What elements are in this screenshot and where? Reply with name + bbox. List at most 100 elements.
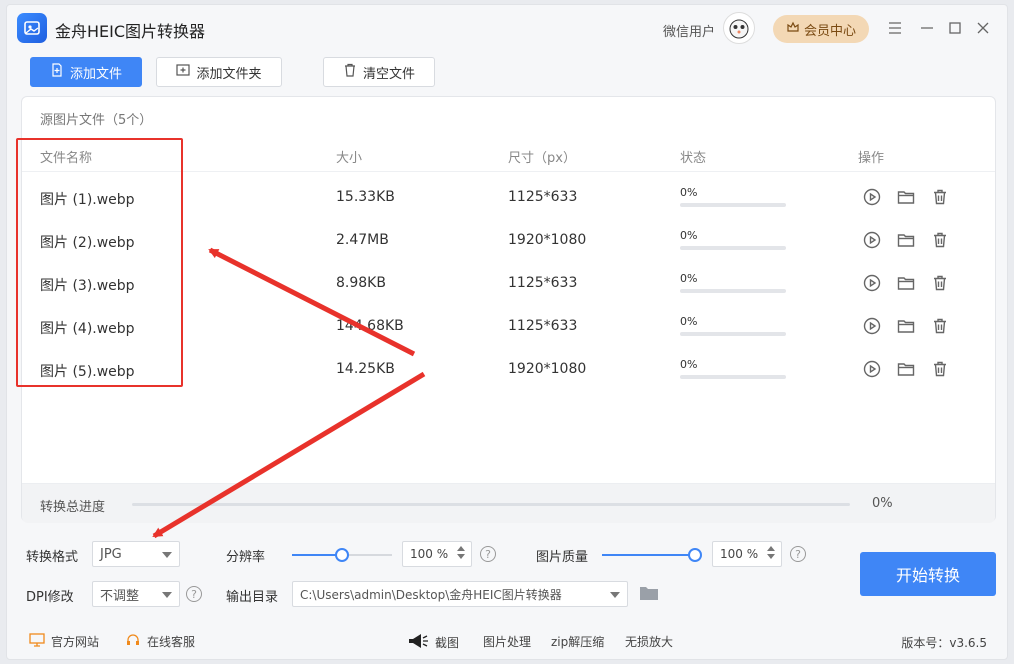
play-icon[interactable] [862, 230, 882, 250]
megaphone-icon [407, 633, 429, 652]
panel-title: 源图片文件（5个） [40, 113, 153, 128]
trash-icon[interactable] [930, 359, 950, 379]
status-percent: 0% [680, 186, 698, 199]
vip-center-button[interactable]: 会员中心 [773, 15, 869, 43]
quality-stepper[interactable]: 100 % [712, 541, 782, 567]
output-dir-label: 输出目录 [226, 590, 279, 605]
play-icon[interactable] [862, 359, 882, 379]
version-label: 版本号：v3.6.5 [901, 636, 987, 650]
dpi-help-icon[interactable]: ? [186, 586, 202, 602]
folder-icon[interactable] [896, 359, 916, 379]
file-status: 0% [680, 186, 786, 207]
add-file-button[interactable]: 添加文件 [30, 57, 142, 87]
status-progress-bar [680, 332, 786, 336]
user-name[interactable]: 微信用户 [663, 21, 715, 40]
total-progress-track [132, 503, 850, 506]
zip-link[interactable]: zip解压缩 [551, 633, 604, 650]
status-progress-bar [680, 289, 786, 293]
add-folder-button[interactable]: 添加文件夹 [156, 57, 282, 87]
output-dir-value: C:\Users\admin\Desktop\金舟HEIC图片转换器 [300, 587, 562, 602]
status-percent: 0% [680, 272, 698, 285]
official-website-link[interactable]: 官方网站 [29, 633, 99, 650]
vip-label: 会员中心 [803, 23, 856, 39]
resolution-slider[interactable] [292, 548, 392, 562]
status-progress-bar [680, 246, 786, 250]
quality-slider[interactable] [602, 548, 702, 562]
column-header-dimensions: 尺寸（px） [508, 151, 576, 166]
trash-icon[interactable] [930, 187, 950, 207]
image-processing-link[interactable]: 图片处理 [483, 633, 531, 650]
add-folder-icon [176, 63, 191, 81]
quality-help-icon[interactable]: ? [790, 546, 806, 562]
total-progress-bar: 转换总进度 0% [22, 483, 995, 523]
column-header-actions: 操作 [858, 151, 885, 166]
resolution-label: 分辨率 [226, 550, 266, 565]
trash-icon[interactable] [930, 273, 950, 293]
screenshot-link[interactable]: 截图 [407, 633, 459, 652]
status-percent: 0% [680, 358, 698, 371]
menu-icon[interactable] [885, 18, 905, 38]
quality-label: 图片质量 [536, 550, 589, 565]
stepper-arrows-icon[interactable] [767, 546, 775, 559]
file-size: 144.68KB [336, 318, 404, 334]
file-status: 0% [680, 229, 786, 250]
output-dir-select[interactable]: C:\Users\admin\Desktop\金舟HEIC图片转换器 [292, 581, 628, 607]
maximize-icon[interactable] [945, 18, 965, 38]
column-header-size: 大小 [336, 151, 363, 166]
play-icon[interactable] [862, 273, 882, 293]
resolution-value: 100 % [410, 547, 449, 561]
annotation-highlight-box [16, 138, 183, 387]
dpi-value: 不调整 [100, 588, 140, 604]
play-icon[interactable] [862, 316, 882, 336]
resolution-stepper[interactable]: 100 % [402, 541, 472, 567]
folder-icon[interactable] [896, 316, 916, 336]
format-select[interactable]: JPG [92, 541, 180, 567]
chevron-down-icon [162, 552, 172, 558]
app-logo-icon [17, 13, 47, 43]
app-title: 金舟HEIC图片转换器 [55, 22, 206, 41]
file-size: 8.98KB [336, 275, 386, 291]
trash-icon [343, 63, 357, 81]
status-percent: 0% [680, 315, 698, 328]
file-status: 0% [680, 358, 786, 379]
folder-icon[interactable] [896, 187, 916, 207]
crown-icon [786, 20, 800, 38]
chevron-down-icon [162, 592, 172, 598]
status-progress-bar [680, 375, 786, 379]
column-header-status: 状态 [680, 151, 707, 166]
file-dimensions: 1125*633 [508, 318, 578, 334]
folder-icon[interactable] [639, 584, 659, 606]
play-icon[interactable] [862, 187, 882, 207]
quality-value: 100 % [720, 547, 759, 561]
stepper-arrows-icon[interactable] [457, 546, 465, 559]
file-dimensions: 1125*633 [508, 189, 578, 205]
avatar[interactable] [723, 12, 755, 44]
file-status: 0% [680, 315, 786, 336]
resolution-slider-handle[interactable] [335, 548, 349, 562]
title-bar: 金舟HEIC图片转换器 微信用户 会员中心 [7, 5, 1007, 51]
quality-slider-handle[interactable] [688, 548, 702, 562]
status-progress-bar [680, 203, 786, 207]
folder-icon[interactable] [896, 273, 916, 293]
trash-icon[interactable] [930, 316, 950, 336]
status-percent: 0% [680, 229, 698, 242]
file-status: 0% [680, 272, 786, 293]
folder-icon[interactable] [896, 230, 916, 250]
trash-icon[interactable] [930, 230, 950, 250]
dpi-label: DPI修改 [26, 590, 74, 605]
minimize-icon[interactable] [917, 18, 937, 38]
file-size: 15.33KB [336, 189, 395, 205]
online-support-link[interactable]: 在线客服 [125, 633, 195, 650]
clear-files-button[interactable]: 清空文件 [323, 57, 435, 87]
file-dimensions: 1920*1080 [508, 232, 587, 248]
add-file-icon [50, 63, 64, 81]
file-dimensions: 1125*633 [508, 275, 578, 291]
close-icon[interactable] [973, 18, 993, 38]
app-window: 金舟HEIC图片转换器 微信用户 会员中心 添加文件 添加文件夹 清空文件 源图… [6, 4, 1008, 660]
start-convert-button[interactable]: 开始转换 [860, 552, 996, 596]
lossless-upscale-link[interactable]: 无损放大 [625, 633, 673, 650]
dpi-select[interactable]: 不调整 [92, 581, 180, 607]
format-label: 转换格式 [26, 550, 79, 565]
resolution-help-icon[interactable]: ? [480, 546, 496, 562]
total-progress-percent: 0% [872, 496, 893, 511]
